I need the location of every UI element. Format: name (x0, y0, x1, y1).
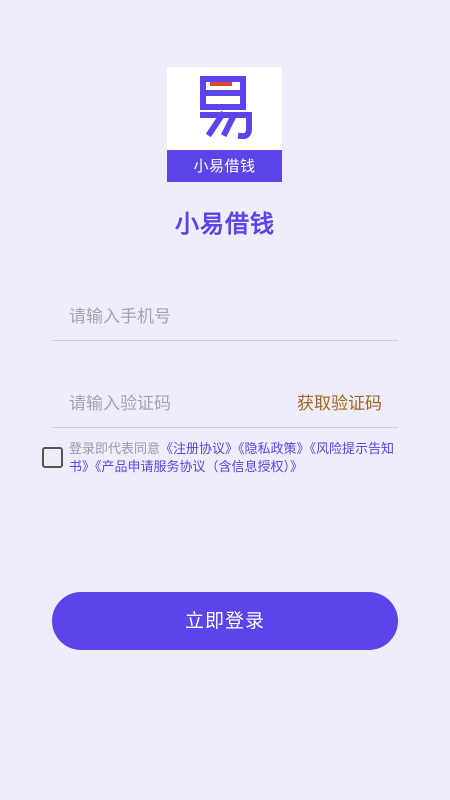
service-agreement-link[interactable]: 《产品申请服务协议（含信息授权）》 (95, 460, 303, 475)
agreement-text: 登录即代表同意《注册协议》《隐私政策》《风险提示告知书》《产品申请服务协议（含信… (69, 441, 407, 477)
app-logo: 小易借钱 (167, 67, 282, 182)
app-title: 小易借钱 (175, 210, 275, 238)
phone-divider (52, 340, 398, 341)
get-code-button[interactable]: 获取验证码 (297, 380, 382, 428)
login-button[interactable]: 立即登录 (52, 592, 398, 650)
code-divider (52, 427, 398, 428)
logo-label: 小易借钱 (167, 150, 282, 182)
yi-character-logo-icon (200, 76, 252, 140)
agreement-checkbox[interactable] (42, 447, 63, 468)
verification-code-input[interactable] (69, 380, 269, 428)
code-field: 获取验证码 (52, 380, 398, 428)
privacy-policy-link[interactable]: 《隐私政策》 (238, 442, 310, 457)
phone-field (52, 293, 398, 341)
register-agreement-link[interactable]: 《注册协议》 (160, 442, 238, 457)
phone-input[interactable] (69, 293, 389, 341)
agreement-prefix: 登录即代表同意 (69, 442, 161, 457)
